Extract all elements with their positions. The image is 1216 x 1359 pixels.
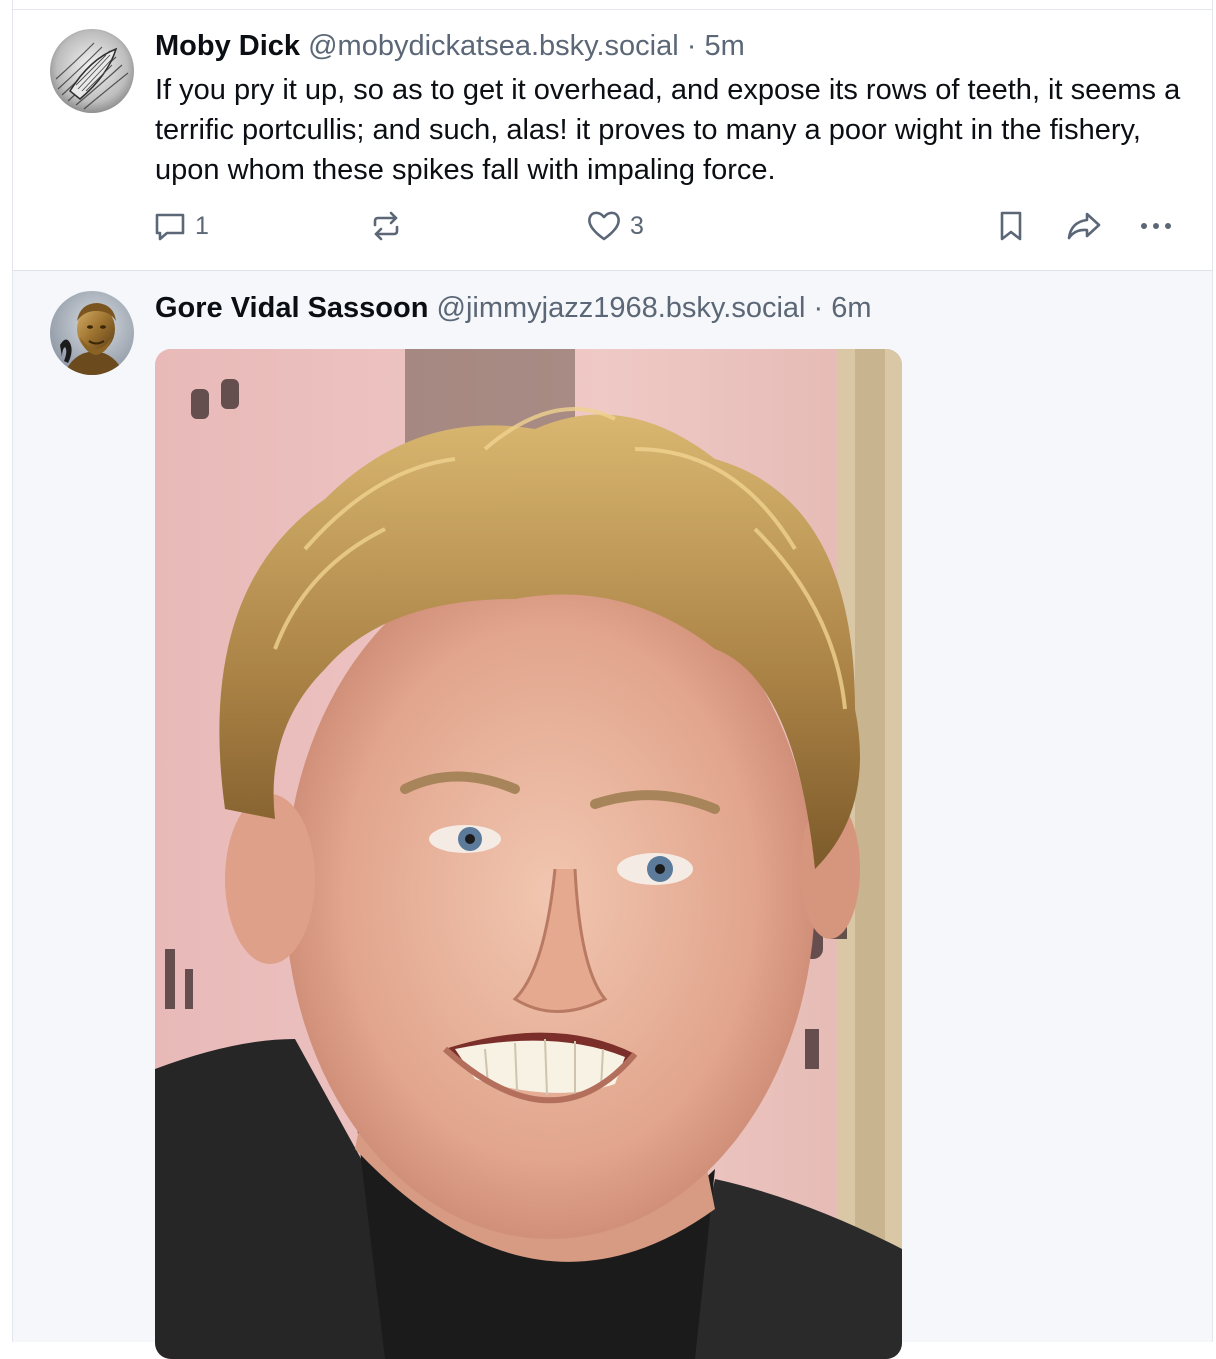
post-image-embed[interactable] [155, 349, 902, 1359]
avatar[interactable] [50, 29, 134, 113]
post-text: If you pry it up, so as to get it overhe… [155, 74, 1181, 186]
more-options-button[interactable] [1138, 206, 1174, 246]
share-arrow-icon [1067, 212, 1101, 240]
bookmark-icon [1000, 211, 1022, 241]
post-actions: 1 3 [13, 206, 1212, 246]
reply-icon [155, 213, 185, 241]
post-item[interactable]: Moby Dick @mobydickatsea.bsky.social · 5… [13, 10, 1212, 271]
share-button[interactable] [1065, 206, 1103, 246]
post-timestamp[interactable]: 6m [831, 292, 871, 324]
author-display-name[interactable]: Gore Vidal Sassoon [155, 292, 428, 324]
header-separator: · [813, 292, 824, 324]
author-handle[interactable]: @mobydickatsea.bsky.social [308, 30, 679, 62]
statue-bust-icon [50, 291, 134, 375]
header-separator: · [686, 30, 697, 62]
post-header: Moby Dick @mobydickatsea.bsky.social · 5… [155, 28, 1192, 64]
post-feed: Moby Dick @mobydickatsea.bsky.social · 5… [12, 0, 1213, 1359]
ellipsis-icon [1141, 223, 1171, 229]
reply-count: 1 [195, 211, 209, 240]
avatar[interactable] [50, 291, 134, 375]
like-button[interactable]: 3 [586, 206, 644, 246]
author-handle[interactable]: @jimmyjazz1968.bsky.social [437, 292, 806, 324]
post-timestamp[interactable]: 5m [705, 30, 745, 62]
post-item[interactable]: Gore Vidal Sassoon @jimmyjazz1968.bsky.s… [13, 271, 1212, 1359]
whale-engraving-icon [50, 29, 134, 113]
like-count: 3 [630, 211, 644, 240]
author-display-name[interactable]: Moby Dick [155, 30, 300, 62]
photo-smiling-man-icon [155, 349, 902, 1359]
repost-button[interactable] [369, 206, 411, 246]
bookmark-button[interactable] [996, 206, 1026, 246]
heart-icon [588, 211, 620, 241]
repost-icon [373, 211, 399, 241]
post-header: Gore Vidal Sassoon @jimmyjazz1968.bsky.s… [155, 290, 1192, 326]
reply-button[interactable]: 1 [153, 206, 209, 246]
